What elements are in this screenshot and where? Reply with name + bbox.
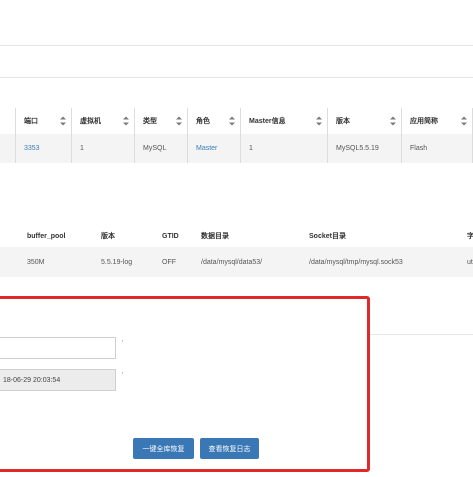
column-header-partial [0, 108, 15, 134]
column-header-app-name[interactable]: 应用简称 [401, 108, 473, 134]
column-header-gtid[interactable]: GTID [162, 225, 179, 247]
column-header-data-dir[interactable]: 数据目录 [201, 225, 229, 247]
port-link[interactable]: 3353 [15, 134, 71, 163]
table-row[interactable]: 3353 1 MySQL Master 1 MySQL5.5.19 Flash [0, 134, 473, 163]
table-cell [0, 134, 15, 163]
table-cell: 1 [240, 134, 327, 163]
column-header-port[interactable]: 端口 [15, 108, 71, 134]
column-header-version[interactable]: 版本 [327, 108, 401, 134]
table-cell: /data/mysql/tmp/mysql.sock53 [309, 258, 403, 266]
role-link[interactable]: Master [187, 134, 240, 163]
table-cell: ut [467, 258, 473, 266]
table-cell: MySQL [134, 134, 187, 163]
restore-target-input[interactable] [0, 337, 116, 359]
table-row[interactable]: 350M 5.5.19-log OFF /data/mysql/data53/ … [0, 247, 473, 277]
restore-time-field [0, 369, 116, 391]
full-restore-button[interactable]: 一键全库恢复 [133, 438, 194, 459]
divider [370, 334, 473, 335]
sort-icon[interactable] [390, 116, 396, 126]
field-hint: ' [122, 340, 124, 347]
table-cell: 5.5.19-log [101, 258, 133, 266]
sort-icon[interactable] [60, 116, 66, 126]
divider [0, 77, 473, 78]
table-header: 端口 虚拟机 类型 角色 Master信息 版本 应用简称 [0, 108, 473, 134]
divider [0, 45, 473, 46]
column-header-role[interactable]: 角色 [187, 108, 240, 134]
table-header: buffer_pool 版本 GTID 数据目录 Socket目录 字 [0, 225, 473, 247]
sort-icon[interactable] [176, 116, 182, 126]
sort-icon[interactable] [461, 116, 467, 126]
table-cell: Flash [401, 134, 473, 163]
sort-icon[interactable] [123, 116, 129, 126]
sort-icon[interactable] [316, 116, 322, 126]
table-cell: /data/mysql/data53/ [201, 258, 263, 266]
table-cell: 1 [71, 134, 134, 163]
table-cell: MySQL5.5.19 [327, 134, 401, 163]
column-header-vm[interactable]: 虚拟机 [71, 108, 134, 134]
table-cell: OFF [162, 258, 176, 266]
column-header-socket-dir[interactable]: Socket目录 [309, 225, 346, 247]
column-header-version[interactable]: 版本 [101, 225, 115, 247]
column-header-master-info[interactable]: Master信息 [240, 108, 327, 134]
field-hint: ' [122, 372, 124, 379]
column-header-type[interactable]: 类型 [134, 108, 187, 134]
view-restore-log-button[interactable]: 查看恢复日志 [200, 438, 259, 459]
table-cell: 350M [27, 258, 45, 266]
column-header-partial[interactable]: 字 [467, 225, 473, 247]
sort-icon[interactable] [229, 116, 235, 126]
column-header-buffer-pool[interactable]: buffer_pool [27, 225, 66, 247]
